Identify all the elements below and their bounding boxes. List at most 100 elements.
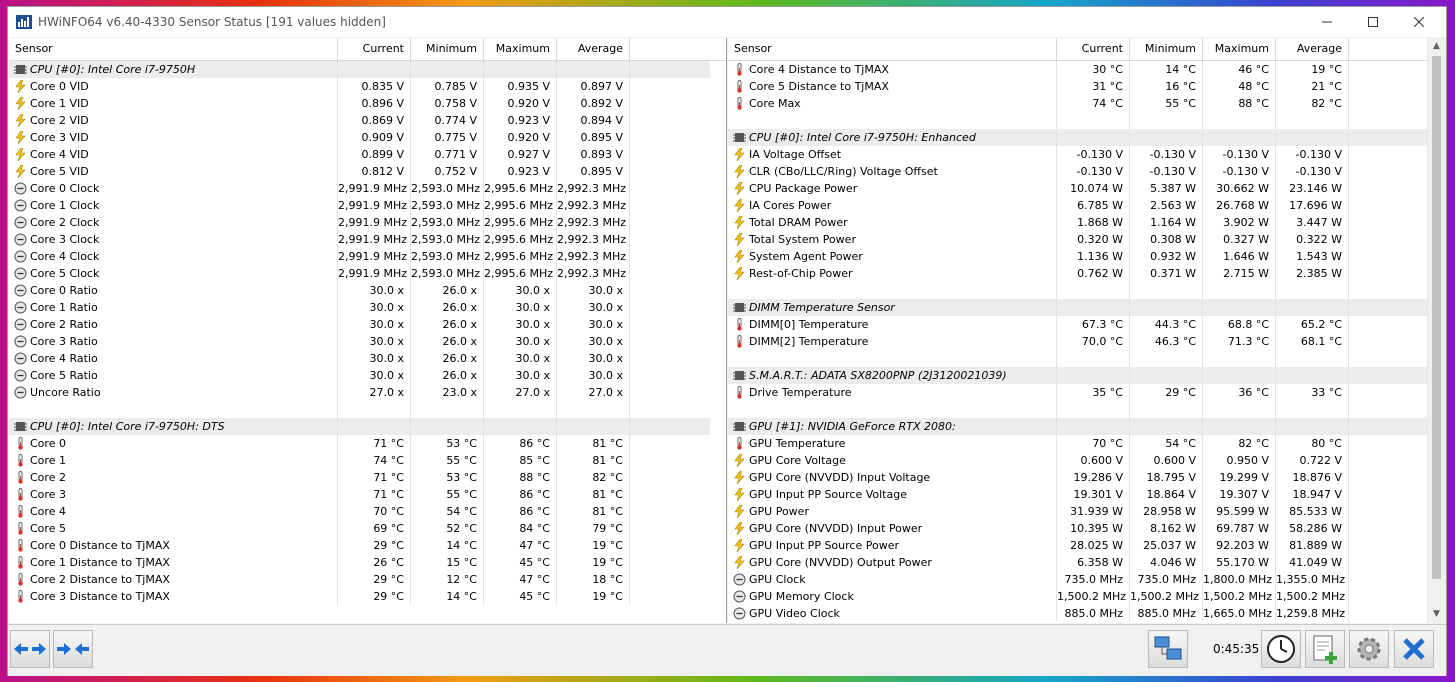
sensor-row[interactable]: Core 1 74 °C 55 °C 85 °C 81 °C <box>9 452 726 469</box>
sensor-row[interactable]: Core 5 Ratio 30.0 x 26.0 x 30.0 x 30.0 x <box>9 367 726 384</box>
sensor-row[interactable]: GPU Video Clock 885.0 MHz 885.0 MHz 1,665.0… <box>728 605 1445 622</box>
sensor-row[interactable]: Core 4 70 °C 54 °C 86 °C 81 °C <box>9 503 726 520</box>
sensor-row[interactable]: Core 0 Clock 2,991.9 MHz 2,593.0 MHz 2,995.… <box>9 180 726 197</box>
avg-value: 0.893 V <box>557 146 630 163</box>
left-sensor-pane[interactable]: Sensor Current Minimum Maximum Average C… <box>9 38 727 623</box>
average-column-header[interactable]: Average <box>1276 38 1349 60</box>
sensor-row[interactable]: Core 5 69 °C 52 °C 84 °C 79 °C <box>9 520 726 537</box>
sensor-row[interactable]: Core 3 Clock 2,991.9 MHz 2,593.0 MHz 2,995.… <box>9 231 726 248</box>
avg-value: 30.0 x <box>557 316 630 333</box>
minimum-column-header[interactable]: Minimum <box>1130 38 1203 60</box>
sensor-row[interactable]: Core 3 71 °C 55 °C 86 °C 81 °C <box>9 486 726 503</box>
sensor-name: Core 0 Distance to TjMAX <box>30 539 170 552</box>
current-column-header[interactable]: Current <box>1057 38 1130 60</box>
sensor-row[interactable]: GPU Core (NVVDD) Input Power 10.395 W 8.16… <box>728 520 1445 537</box>
sensor-group-row[interactable]: S.M.A.R.T.: ADATA SX8200PNP (2J312002103… <box>728 367 1445 384</box>
maximize-button[interactable] <box>1350 7 1396 37</box>
sensor-row[interactable]: GPU Memory Clock 1,500.2 MHz 1,500.2 MHz 1,… <box>728 588 1445 605</box>
sensor-row[interactable]: IA Voltage Offset -0.130 V -0.130 V -0.130 … <box>728 146 1445 163</box>
sensor-row[interactable]: GPU Input PP Source Voltage 19.301 V 18.86… <box>728 486 1445 503</box>
sensor-row[interactable]: GPU Temperature 70 °C 54 °C 82 °C 80 °C <box>728 435 1445 452</box>
sensor-row[interactable]: Uncore Ratio 27.0 x 23.0 x 27.0 x 27.0 x <box>9 384 726 401</box>
cur-value: 0.899 V <box>338 146 411 163</box>
sensor-name: Core 3 Distance to TjMAX <box>30 590 170 603</box>
sensor-row[interactable]: Core 1 Distance to TjMAX 26 °C 15 °C 45 °C 1… <box>9 554 726 571</box>
sensor-row[interactable]: Core 4 Clock 2,991.9 MHz 2,593.0 MHz 2,995.… <box>9 248 726 265</box>
sensor-row[interactable]: GPU Core Voltage 0.600 V 0.600 V 0.950 V 0.7… <box>728 452 1445 469</box>
sensor-row[interactable]: Rest-of-Chip Power 0.762 W 0.371 W 2.715 W2… <box>728 265 1445 282</box>
navigate-back-forward-button[interactable] <box>10 630 50 668</box>
average-column-header[interactable]: Average <box>557 38 630 60</box>
min-value: -0.130 V <box>1130 163 1203 180</box>
sensor-row[interactable]: Drive Temperature 35 °C 29 °C 36 °C 33 °C <box>728 384 1445 401</box>
close-sensors-button[interactable] <box>1394 630 1434 668</box>
left-sensor-list: CPU [#0]: Intel Core i7-9750H Core 0 VID 0… <box>9 61 726 605</box>
sensor-row[interactable]: Core 2 Clock 2,991.9 MHz 2,593.0 MHz 2,995.… <box>9 214 726 231</box>
sensor-row[interactable]: GPU Power 31.939 W 28.958 W 95.599 W 85.533 … <box>728 503 1445 520</box>
sensor-row[interactable]: Core 0 Ratio 30.0 x 26.0 x 30.0 x 30.0 x <box>9 282 726 299</box>
sensor-row[interactable]: Core 5 Clock 2,991.9 MHz 2,593.0 MHz 2,995.… <box>9 265 726 282</box>
sensor-name-cell: GPU Input PP Source Voltage <box>728 486 1057 503</box>
sensor-group-row[interactable]: GPU [#1]: NVIDIA GeForce RTX 2080: <box>728 418 1445 435</box>
collapse-expand-button[interactable] <box>53 630 93 668</box>
sensor-row[interactable]: Core 0 VID 0.835 V 0.785 V 0.935 V 0.897 V <box>9 78 726 95</box>
sensor-row[interactable]: Core 5 Distance to TjMAX 31 °C 16 °C 48 °C 2… <box>728 78 1445 95</box>
empty-cell <box>1349 469 1429 486</box>
empty-cell <box>630 180 710 197</box>
sensor-row[interactable]: Core Max 74 °C 55 °C 88 °C 82 °C <box>728 95 1445 112</box>
sensor-row[interactable]: Core 1 Ratio 30.0 x 26.0 x 30.0 x 30.0 x <box>9 299 726 316</box>
sensor-row[interactable]: DIMM[0] Temperature 67.3 °C 44.3 °C 68.8 °C… <box>728 316 1445 333</box>
min-value <box>411 61 484 78</box>
sensor-row[interactable]: Core 4 Ratio 30.0 x 26.0 x 30.0 x 30.0 x <box>9 350 726 367</box>
sensor-row[interactable]: GPU Core (NVVDD) Output Power 6.358 W 4.04… <box>728 554 1445 571</box>
logging-button[interactable] <box>1305 630 1345 668</box>
sensor-row[interactable]: System Agent Power 1.136 W 0.932 W 1.646 W1… <box>728 248 1445 265</box>
reset-timer-button[interactable] <box>1261 630 1301 668</box>
sensor-group-row[interactable]: CPU [#0]: Intel Core i7-9750H: Enhanced <box>728 129 1445 146</box>
sensor-row[interactable]: Core 2 Ratio 30.0 x 26.0 x 30.0 x 30.0 x <box>9 316 726 333</box>
maximum-column-header[interactable]: Maximum <box>484 38 557 60</box>
sensor-group-row[interactable]: DIMM Temperature Sensor <box>728 299 1445 316</box>
scroll-down-icon[interactable]: ▼ <box>1428 606 1445 623</box>
sensor-row[interactable]: Total DRAM Power 1.868 W 1.164 W 3.902 W 3.4… <box>728 214 1445 231</box>
sensor-column-header[interactable]: Sensor <box>728 38 1057 60</box>
right-sensor-pane[interactable]: Sensor Current Minimum Maximum Average C… <box>728 38 1445 623</box>
sensor-row[interactable]: Core 3 Distance to TjMAX 29 °C 14 °C 45 °C 1… <box>9 588 726 605</box>
sensor-row[interactable]: Total System Power 0.320 W 0.308 W 0.327 W0… <box>728 231 1445 248</box>
maximum-column-header[interactable]: Maximum <box>1203 38 1276 60</box>
sensor-row[interactable]: Core 2 VID 0.869 V 0.774 V 0.923 V 0.894 V <box>9 112 726 129</box>
sensor-name: CPU [#0]: Intel Core i7-9750H: DTS <box>30 420 225 433</box>
sensor-row[interactable]: Core 2 71 °C 53 °C 88 °C 82 °C <box>9 469 726 486</box>
vertical-scrollbar[interactable]: ▲ ▼ <box>1427 38 1445 623</box>
sensor-row[interactable]: GPU Core (NVVDD) Input Voltage 19.286 V 18… <box>728 469 1445 486</box>
sensor-column-header[interactable]: Sensor <box>9 38 338 60</box>
sensor-row[interactable]: CLR (CBo/LLC/Ring) Voltage Offset -0.130 … <box>728 163 1445 180</box>
sensor-row[interactable]: Core 3 Ratio 30.0 x 26.0 x 30.0 x 30.0 x <box>9 333 726 350</box>
close-button[interactable] <box>1396 7 1442 37</box>
network-button[interactable] <box>1148 630 1188 668</box>
empty-cell <box>1349 248 1429 265</box>
sensor-row[interactable]: Core 4 VID 0.899 V 0.771 V 0.927 V 0.893 V <box>9 146 726 163</box>
sensor-row[interactable]: GPU Clock 735.0 MHz 735.0 MHz 1,800.0 MHz 1,… <box>728 571 1445 588</box>
minimum-column-header[interactable]: Minimum <box>411 38 484 60</box>
max-value: 82 °C <box>1203 435 1276 452</box>
sensor-row[interactable]: Core 3 VID 0.909 V 0.775 V 0.920 V 0.895 V <box>9 129 726 146</box>
sensor-row[interactable]: Core 0 71 °C 53 °C 86 °C 81 °C <box>9 435 726 452</box>
sensor-row[interactable]: Core 1 Clock 2,991.9 MHz 2,593.0 MHz 2,995.… <box>9 197 726 214</box>
sensor-row[interactable]: Core 0 Distance to TjMAX 29 °C 14 °C 47 °C 1… <box>9 537 726 554</box>
scroll-up-icon[interactable]: ▲ <box>1428 38 1445 55</box>
sensor-row[interactable]: CPU Package Power 10.074 W 5.387 W 30.662 W… <box>728 180 1445 197</box>
sensor-row[interactable]: Core 2 Distance to TjMAX 29 °C 12 °C 47 °C 1… <box>9 571 726 588</box>
sensor-row[interactable]: DIMM[2] Temperature 70.0 °C 46.3 °C 71.3 °C… <box>728 333 1445 350</box>
sensor-row[interactable]: Core 1 VID 0.896 V 0.758 V 0.920 V 0.892 V <box>9 95 726 112</box>
sensor-group-row[interactable]: CPU [#0]: Intel Core i7-9750H: DTS <box>9 418 726 435</box>
scrollbar-thumb[interactable] <box>1432 56 1441 579</box>
minimize-button[interactable] <box>1304 7 1350 37</box>
sensor-row[interactable]: IA Cores Power 6.785 W 2.563 W 26.768 W 17.6… <box>728 197 1445 214</box>
current-column-header[interactable]: Current <box>338 38 411 60</box>
sensor-group-row[interactable]: CPU [#0]: Intel Core i7-9750H <box>9 61 726 78</box>
settings-button[interactable] <box>1349 630 1389 668</box>
sensor-row[interactable]: Core 4 Distance to TjMAX 30 °C 14 °C 46 °C 1… <box>728 61 1445 78</box>
sensor-row[interactable]: Core 5 VID 0.812 V 0.752 V 0.923 V 0.895 V <box>9 163 726 180</box>
sensor-row[interactable]: GPU Input PP Source Power 28.025 W 25.037 … <box>728 537 1445 554</box>
